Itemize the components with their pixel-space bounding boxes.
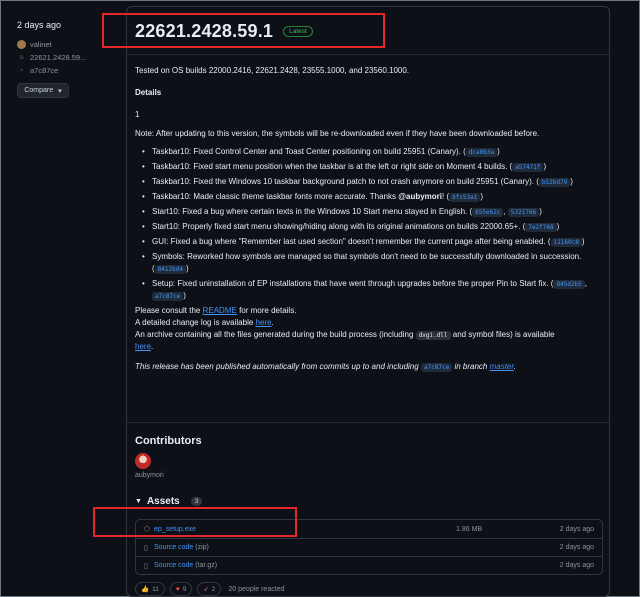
user-mention[interactable]: @aubymori xyxy=(398,192,442,201)
asset-name[interactable]: Source code (zip) xyxy=(154,544,456,551)
commit-link[interactable]: 8fc53a1 xyxy=(449,193,481,202)
changelog-line: A detailed change log is available here. xyxy=(135,318,274,327)
readme-link[interactable]: README xyxy=(203,306,237,315)
tag-name[interactable]: 22621.2428.59... xyxy=(30,53,86,62)
contributor-avatar[interactable] xyxy=(135,453,151,469)
release-meta: 2 days ago valinet ⌂ 22621.2428.59... ◦ … xyxy=(17,20,117,98)
details-number: 1 xyxy=(135,110,140,119)
list-item: Taskbar10: Fixed Control Center and Toas… xyxy=(135,146,605,158)
section-divider xyxy=(127,422,609,423)
commit-icon: ◦ xyxy=(20,67,23,74)
commit-hash[interactable]: a7c87ce xyxy=(30,66,58,75)
commit-row[interactable]: ◦ a7c87ce xyxy=(17,64,117,77)
header-divider xyxy=(127,54,609,55)
commit-link[interactable]: a57471f xyxy=(512,163,544,172)
list-item: Start10: Properly fixed start menu showi… xyxy=(135,221,605,233)
dxgi-code: dxgi.dll xyxy=(415,331,451,340)
commit-link[interactable]: a7c87ce xyxy=(420,363,453,372)
rocket-icon: ➶ xyxy=(203,586,209,593)
changelog-link[interactable]: here xyxy=(256,318,272,327)
heart-icon: ♥ xyxy=(175,585,180,593)
list-item: Taskbar10: Made classic theme taskbar fo… xyxy=(135,191,605,203)
author-avatar xyxy=(17,40,26,49)
commit-link[interactable]: 845d2b5 xyxy=(553,280,585,289)
assets-toggle[interactable]: ▼ Assets 3 xyxy=(135,496,203,507)
consult-readme: Please consult the README for more detai… xyxy=(135,306,297,315)
asset-row[interactable]: ⬡ ep_setup.exe 1.86 MB 2 days ago xyxy=(136,520,602,538)
list-item: Taskbar10: Fixed start menu position whe… xyxy=(135,161,605,173)
commit-link[interactable]: 11160c8 xyxy=(550,238,582,247)
asset-row[interactable]: ▯ Source code (tar.gz) 2 days ago xyxy=(136,556,602,574)
package-icon: ⬡ xyxy=(144,526,151,533)
compare-button[interactable]: Compare ▾ xyxy=(17,83,69,98)
reactions-summary: 20 people reacted xyxy=(228,585,285,593)
assets-list: ⬡ ep_setup.exe 1.86 MB 2 days ago ▯ Sour… xyxy=(135,519,603,575)
contributors-heading: Contributors xyxy=(135,435,202,447)
commit-link[interactable]: a7c87ce xyxy=(152,292,184,301)
commit-link[interactable]: 7e2f768 xyxy=(525,223,557,232)
asset-name[interactable]: Source code (tar.gz) xyxy=(154,562,456,569)
changes-list: Taskbar10: Fixed Control Center and Toas… xyxy=(135,146,605,302)
compare-label: Compare xyxy=(24,87,54,94)
thumbs-up-icon: 👍 xyxy=(141,586,150,593)
tested-builds: Tested on OS builds 22000.2416, 22621.24… xyxy=(135,66,410,75)
commit-link[interactable]: 655e62c xyxy=(472,208,504,217)
release-card: 22621.2428.59.1 Latest Tested on OS buil… xyxy=(126,6,610,597)
list-item: Setup: Fixed uninstallation of EP instal… xyxy=(135,278,605,302)
tag-row[interactable]: ⌂ 22621.2428.59... xyxy=(17,51,117,64)
commit-link[interactable]: 8412bd4 xyxy=(154,265,186,274)
list-item: GUI: Fixed a bug where "Remember last us… xyxy=(135,236,605,248)
chevron-down-icon: ▾ xyxy=(58,87,62,95)
reaction-heart[interactable]: ♥ 9 xyxy=(169,582,193,596)
contributor-name[interactable]: aubymori xyxy=(135,472,202,479)
release-notes: Tested on OS builds 22000.2416, 22621.24… xyxy=(135,65,605,373)
list-item: Start10: Fixed a bug where certain texts… xyxy=(135,206,605,218)
release-date: 2 days ago xyxy=(17,20,62,30)
commit-link[interactable]: 5321766 xyxy=(507,208,540,217)
tag-icon: ⌂ xyxy=(19,54,24,61)
latest-badge: Latest xyxy=(283,26,313,37)
commit-link[interactable]: dca0b3a xyxy=(465,148,498,157)
list-item: Symbols: Reworked how symbols are manage… xyxy=(135,251,605,275)
asset-size: 1.86 MB xyxy=(456,525,483,533)
archive-line: An archive containing all the files gene… xyxy=(135,330,555,351)
reactions-bar: 👍 11 ♥ 9 ➶ 2 20 people reacted xyxy=(135,582,284,596)
file-zip-icon: ▯ xyxy=(144,562,148,570)
contributors-section: Contributors aubymori xyxy=(135,435,202,479)
author-name[interactable]: valinet xyxy=(30,40,52,49)
file-zip-icon: ▯ xyxy=(144,544,148,552)
asset-date: 2 days ago xyxy=(559,544,594,551)
asset-date: 2 days ago xyxy=(559,562,594,569)
release-title[interactable]: 22621.2428.59.1 xyxy=(135,21,273,42)
archive-link[interactable]: here xyxy=(135,342,151,351)
reaction-thumbs-up[interactable]: 👍 11 xyxy=(135,582,165,596)
assets-count: 3 xyxy=(190,497,203,506)
caret-down-icon: ▼ xyxy=(135,498,142,505)
asset-row[interactable]: ▯ Source code (zip) 2 days ago xyxy=(136,538,602,556)
details-heading: Details xyxy=(135,88,162,97)
update-note: Note: After updating to this version, th… xyxy=(135,129,540,138)
author-row[interactable]: valinet xyxy=(17,38,117,51)
auto-publish-note: This release has been published automati… xyxy=(135,362,516,372)
list-item: Taskbar10: Fixed the Windows 10 taskbar … xyxy=(135,176,605,188)
asset-name[interactable]: ep_setup.exe xyxy=(154,526,456,533)
release-header: 22621.2428.59.1 Latest xyxy=(135,21,313,42)
commit-link[interactable]: b52bd79 xyxy=(538,178,571,187)
branch-link[interactable]: master xyxy=(490,362,514,371)
assets-heading: Assets xyxy=(146,496,180,507)
reaction-rocket[interactable]: ➶ 2 xyxy=(197,582,222,596)
asset-date: 2 days ago xyxy=(559,525,594,533)
